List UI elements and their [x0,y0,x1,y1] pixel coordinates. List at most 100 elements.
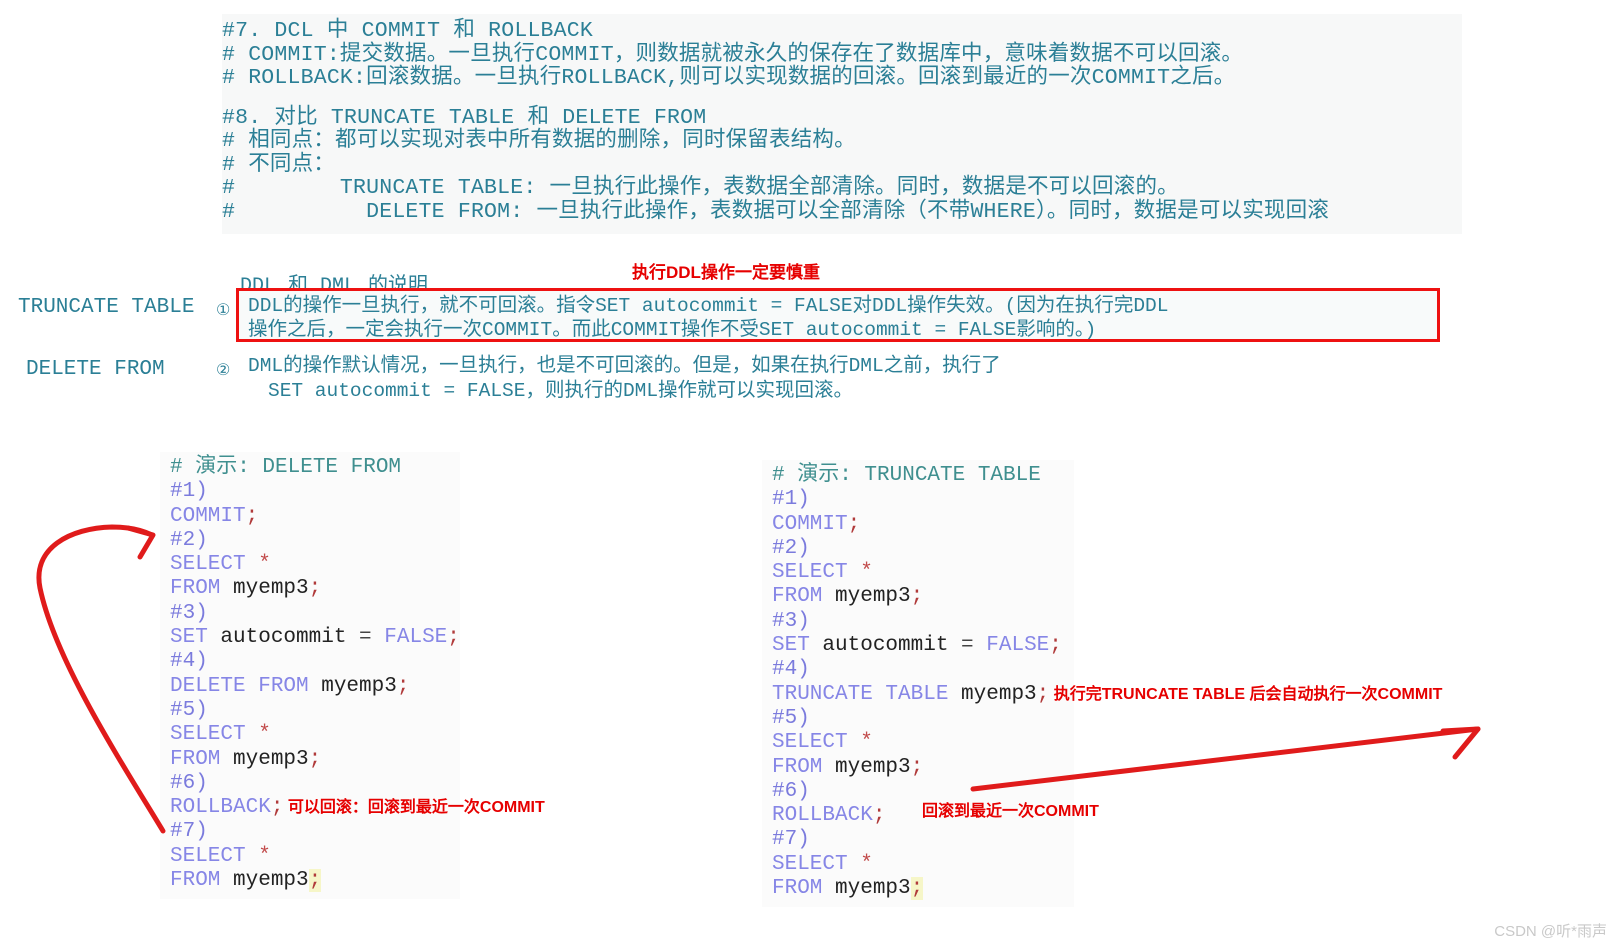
top-note-block: #7. DCL 中 COMMIT 和 ROLLBACK # COMMIT:提交数… [222,14,1462,234]
sql-keyword: SET [772,634,810,658]
code-line: #2) [772,537,1064,561]
sql-star: * [847,852,873,876]
dml-explanation-line-2: SET autocommit = FALSE，则执行的DML操作就可以实现回滚。 [268,380,854,402]
sql-identifier: autocommit [207,626,360,650]
sql-star: * [245,553,271,577]
code-line: COMMIT; [772,513,1064,537]
sql-semicolon: ; [1036,682,1050,706]
annotation-rollback-right: 回滚到最近一次COMMIT [922,803,1099,820]
code-line: FROM myemp3; [772,585,1064,609]
code-line: SET autocommit = FALSE; [170,626,460,650]
code-step-number: #3) [170,601,208,625]
code-step-number: #1) [170,480,208,504]
right-arrow-head [1440,726,1481,760]
sql-keyword: TRUNCATE TABLE [772,682,949,706]
watermark: CSDN @听*雨声 [1494,923,1607,940]
sql-keyword: SELECT [170,723,246,747]
code-line: FROM myemp3; [170,869,450,893]
sql-operator: = [961,634,987,658]
code-lines-right: #1) COMMIT; #2) SELECT * FROM myemp3; #3) SET … [772,488,1442,901]
inline-red-annotation: 可以回滚：回滚到最近一次COMMIT [283,799,545,817]
sql-operator: = [359,626,385,650]
note-line-8-1: # 相同点：都可以实现对表中所有数据的删除，同时保留表结构。 [222,129,856,153]
code-line: #7) [772,828,1064,852]
sql-identifier: myemp3 [220,747,309,771]
sql-keyword: FROM [772,585,823,609]
sql-star: * [847,731,873,755]
sql-semicolon: ; [270,796,284,820]
code-line: SELECT * [170,553,450,577]
sql-semicolon: ; [910,755,924,779]
code-line: TRUNCATE TABLE myemp3; 执行完TRUNCATE TABLE… [772,682,1442,707]
sql-keyword: DELETE FROM [170,674,309,698]
left-curved-arrow-line [36,524,166,834]
code-panel-delete-from: # 演示: DELETE FROM #1) COMMIT; #2) SELECT * F… [160,452,545,900]
bullet-two: ② [216,362,231,380]
left-arrow-head [125,525,156,560]
code-line: #2) [170,529,450,553]
note-line-7-1: # COMMIT:提交数据。一旦执行COMMIT，则数据就被永久的保存在了数据库… [222,42,1244,67]
bullet-one: ① [216,302,231,320]
sql-identifier: myemp3 [220,869,309,893]
code-line: COMMIT; [170,505,450,529]
sql-keyword: FROM [772,877,823,901]
code-line: SELECT * [772,561,1064,585]
code-line: #6) [170,772,450,796]
code-line: FROM myemp3; [170,577,450,601]
ddl-warning-caption: 执行DDL操作一定要慎重 [632,263,820,282]
note-line-7-2: # ROLLBACK:回滚数据。一旦执行ROLLBACK,则可以实现数据的回滚。… [222,66,1236,90]
sql-identifier: myemp3 [948,682,1037,706]
note-line-8-3: # TRUNCATE TABLE: 一旦执行此操作，表数据全部清除。同时，数据是… [222,176,1179,200]
sql-semicolon: ; [872,804,886,828]
code-line: SELECT * [170,723,450,747]
ddl-explanation-line-1: DDL的操作一旦执行，就不可回滚。指令SET autocommit = FALS… [248,295,1169,317]
code-lines-left: #1) COMMIT; #2) SELECT * FROM myemp3; #3) SET … [170,480,545,893]
code-line: #1) [170,480,450,504]
sql-star: * [245,844,271,868]
code-step-number: #1) [772,488,810,512]
sql-semicolon: ; [308,747,322,771]
sql-keyword: COMMIT [772,512,848,536]
code-line: #3) [772,610,1064,634]
code-line: #5) [772,707,1064,731]
code-line: #4) [772,658,1064,682]
sql-keyword: SELECT [772,852,848,876]
code-line: FROM myemp3; [772,877,1064,901]
sql-keyword: FROM [170,869,221,893]
code-line: DELETE FROM myemp3; [170,675,450,699]
code-line: #4) [170,650,450,674]
code-line: SET autocommit = FALSE; [772,634,1064,658]
note-spacer [222,91,1462,107]
sql-keyword: ROLLBACK [170,796,271,820]
sql-identifier: myemp3 [822,585,911,609]
sql-identifier: myemp3 [308,674,397,698]
sql-keyword: FROM [170,577,221,601]
sql-semicolon: ; [308,577,322,601]
sql-identifier: autocommit [809,634,962,658]
sql-keyword: SELECT [772,731,848,755]
code-line: FROM myemp3; [170,748,450,772]
sql-semicolon: ; [910,585,924,609]
code-step-number: #7) [170,820,208,844]
sql-keyword: FALSE [986,634,1050,658]
sql-keyword: FALSE [384,626,448,650]
sql-keyword: FROM [170,747,221,771]
code-step-number: #4) [772,658,810,682]
code-header-left: # 演示: DELETE FROM [170,456,402,479]
code-line: FROM myemp3; [772,756,1064,780]
sql-star: * [245,723,271,747]
note-line-7-0: #7. DCL 中 COMMIT 和 ROLLBACK [222,19,593,43]
code-line: SELECT * [772,731,1064,755]
code-line: ROLLBACK; 可以回滚：回滚到最近一次COMMIT [170,796,545,820]
sql-keyword: ROLLBACK [772,804,873,828]
code-line: SELECT * [170,845,450,869]
sql-keyword: SELECT [772,561,848,585]
sql-semicolon: ; [245,504,259,528]
sql-identifier: myemp3 [220,577,309,601]
sql-semicolon: ; [847,512,861,536]
code-line: #3) [170,602,450,626]
label-delete-from: DELETE FROM [26,358,165,381]
sql-semicolon: ; [308,869,322,893]
dml-explanation-line-1: DML的操作默认情况，一旦执行，也是不可回滚的。但是，如果在执行DML之前，执行… [248,355,1001,377]
sql-keyword: SELECT [170,553,246,577]
